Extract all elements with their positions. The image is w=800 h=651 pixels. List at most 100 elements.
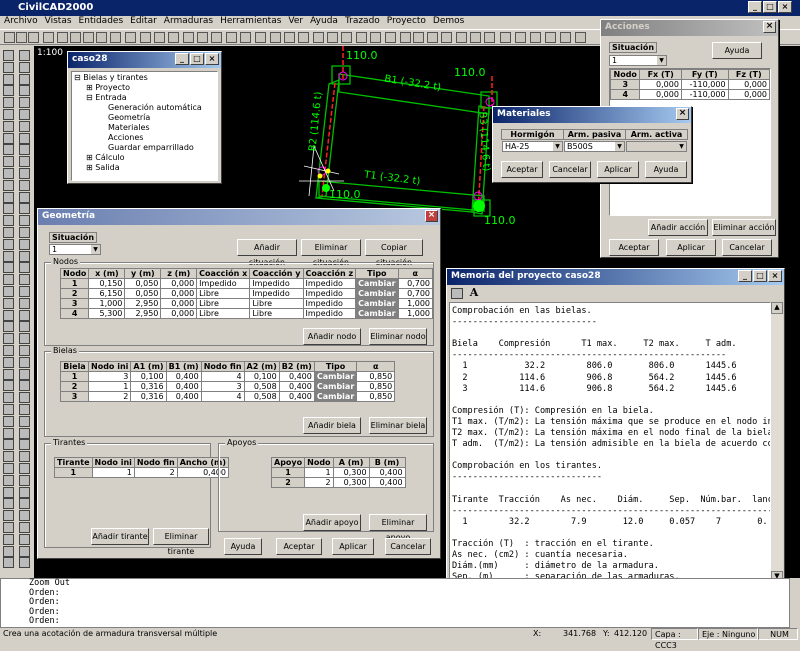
- tool-icon-22[interactable]: [313, 32, 324, 43]
- arm-pasiva-select[interactable]: B500S ▼: [564, 141, 625, 152]
- tool-icon-34[interactable]: [484, 32, 495, 43]
- materiales-apply-button[interactable]: Aplicar: [597, 161, 639, 178]
- change-type-button[interactable]: Cambiar: [313, 381, 358, 392]
- table-cell[interactable]: 2,950: [124, 298, 162, 309]
- delete-biela-button[interactable]: Eliminar biela: [369, 417, 427, 434]
- tree-item-4[interactable]: Geometría: [74, 113, 215, 123]
- menu-7[interactable]: Ayuda: [310, 16, 338, 29]
- left-tool-icon-6-0[interactable]: [3, 120, 14, 132]
- add-action-button[interactable]: Añadir acción: [648, 219, 708, 236]
- left-tool-icon-23-1[interactable]: [19, 321, 30, 333]
- left-tool-icon-19-0[interactable]: [3, 274, 14, 286]
- left-tool-icon-27-0[interactable]: [3, 368, 14, 380]
- minimize-icon[interactable]: _: [175, 53, 189, 65]
- left-tool-icon-9-1[interactable]: [19, 156, 30, 168]
- tool-icon-37[interactable]: [530, 32, 541, 43]
- table-cell[interactable]: 2: [87, 391, 132, 402]
- collapse-icon[interactable]: ⊟: [86, 93, 95, 102]
- delete-apoyo-button[interactable]: Eliminar apoyo: [369, 514, 427, 542]
- left-tool-icon-4-1[interactable]: [19, 97, 30, 109]
- tree-item-3[interactable]: Generación automática: [74, 103, 215, 113]
- left-tool-icon-26-0[interactable]: [3, 356, 14, 368]
- delete-tirante-button[interactable]: Eliminar tirante: [153, 528, 209, 556]
- restraint-select[interactable]: Libre: [249, 308, 304, 319]
- left-tool-icon-34-1[interactable]: [19, 451, 30, 463]
- tree-item-5[interactable]: Materiales: [74, 123, 215, 133]
- table-cell[interactable]: 2: [133, 467, 178, 478]
- font-icon[interactable]: A: [468, 287, 480, 299]
- acciones-help-button[interactable]: Ayuda: [712, 42, 762, 59]
- tool-icon-19[interactable]: [270, 32, 281, 43]
- add-biela-button[interactable]: Añadir biela: [303, 417, 361, 434]
- table-cell[interactable]: 0,000: [160, 308, 198, 319]
- left-tool-icon-21-0[interactable]: [3, 297, 14, 309]
- table-cell[interactable]: 0,000: [160, 298, 198, 309]
- tool-icon-4[interactable]: [57, 32, 68, 43]
- left-tool-icon-40-0[interactable]: [3, 522, 14, 533]
- left-tool-icon-43-1[interactable]: [19, 557, 30, 569]
- left-tool-icon-24-1[interactable]: [19, 333, 30, 345]
- left-tool-icon-32-0[interactable]: [3, 427, 14, 439]
- left-tool-icon-28-1[interactable]: [19, 380, 30, 392]
- left-tool-icon-30-1[interactable]: [19, 404, 30, 415]
- table-cell[interactable]: 1,000: [88, 298, 126, 309]
- left-tool-icon-16-1[interactable]: [19, 238, 30, 250]
- tree-item-1[interactable]: ⊞ Proyecto: [74, 83, 215, 93]
- left-tool-icon-20-1[interactable]: [19, 286, 30, 297]
- left-tool-icon-42-0[interactable]: [3, 545, 14, 557]
- table-cell[interactable]: 0,400: [368, 467, 406, 478]
- table-cell[interactable]: 2: [304, 477, 334, 488]
- left-tool-icon-9-0[interactable]: [3, 156, 14, 168]
- left-tool-icon-17-0[interactable]: [3, 250, 14, 262]
- tool-icon-2[interactable]: [28, 32, 39, 43]
- geo-apply-button[interactable]: Aplicar: [332, 538, 374, 555]
- left-tool-icon-20-0[interactable]: [3, 286, 14, 297]
- geo-accept-button[interactable]: Aceptar: [276, 538, 322, 555]
- left-tool-icon-36-0[interactable]: [3, 474, 14, 486]
- left-tool-icon-3-1[interactable]: [19, 85, 30, 97]
- arm-activa-select[interactable]: ▼: [626, 141, 687, 152]
- maximize-icon[interactable]: □: [753, 270, 767, 282]
- left-tool-icon-30-0[interactable]: [3, 404, 14, 415]
- change-type-button[interactable]: Cambiar: [313, 391, 358, 402]
- tree-item-0[interactable]: ⊟ Bielas y tirantes: [74, 73, 215, 83]
- table-cell[interactable]: 0,400: [278, 381, 315, 392]
- table-cell[interactable]: 0,400: [165, 371, 202, 382]
- restraint-select[interactable]: Libre: [196, 308, 251, 319]
- tool-icon-3[interactable]: [43, 32, 54, 43]
- table-cell[interactable]: 4: [200, 391, 245, 402]
- geo-situacion-select[interactable]: 1 ▼: [49, 244, 101, 255]
- left-tool-icon-6-1[interactable]: [19, 120, 30, 132]
- left-tool-icon-39-0[interactable]: [3, 510, 14, 522]
- close-icon[interactable]: ×: [205, 53, 219, 65]
- left-tool-icon-29-0[interactable]: [3, 392, 14, 404]
- table-cell[interactable]: 0,000: [639, 89, 682, 100]
- tool-icon-32[interactable]: [456, 32, 467, 43]
- left-tool-icon-38-0[interactable]: [3, 498, 14, 510]
- table-cell[interactable]: 4: [200, 371, 245, 382]
- expand-icon[interactable]: ⊞: [86, 83, 95, 92]
- tool-icon-21[interactable]: [298, 32, 309, 43]
- left-tool-icon-17-1[interactable]: [19, 250, 30, 262]
- table-cell[interactable]: 0,400: [278, 371, 315, 382]
- add-tirante-button[interactable]: Añadir tirante: [91, 528, 149, 545]
- table-cell[interactable]: 0,316: [130, 391, 167, 402]
- left-tool-icon-41-1[interactable]: [19, 533, 30, 545]
- tool-icon-18[interactable]: [255, 32, 266, 43]
- tool-icon-8[interactable]: [110, 32, 121, 43]
- tool-icon-11[interactable]: [154, 32, 165, 43]
- left-tool-icon-29-1[interactable]: [19, 392, 30, 404]
- left-tool-icon-31-1[interactable]: [19, 415, 30, 427]
- left-tool-icon-24-0[interactable]: [3, 333, 14, 345]
- left-tool-icon-32-1[interactable]: [19, 427, 30, 439]
- left-tool-icon-2-0[interactable]: [3, 73, 14, 85]
- left-tool-icon-11-0[interactable]: [3, 179, 14, 191]
- left-tool-icon-11-1[interactable]: [19, 179, 30, 191]
- left-tool-icon-43-0[interactable]: [3, 557, 14, 569]
- delete-situacion-button[interactable]: Eliminar situación: [301, 239, 361, 267]
- close-icon[interactable]: ×: [425, 210, 438, 222]
- table-cell[interactable]: 1: [87, 381, 132, 392]
- left-tool-icon-1-1[interactable]: [19, 61, 30, 73]
- tool-icon-35[interactable]: [500, 32, 511, 43]
- change-type-button[interactable]: Cambiar: [355, 298, 399, 309]
